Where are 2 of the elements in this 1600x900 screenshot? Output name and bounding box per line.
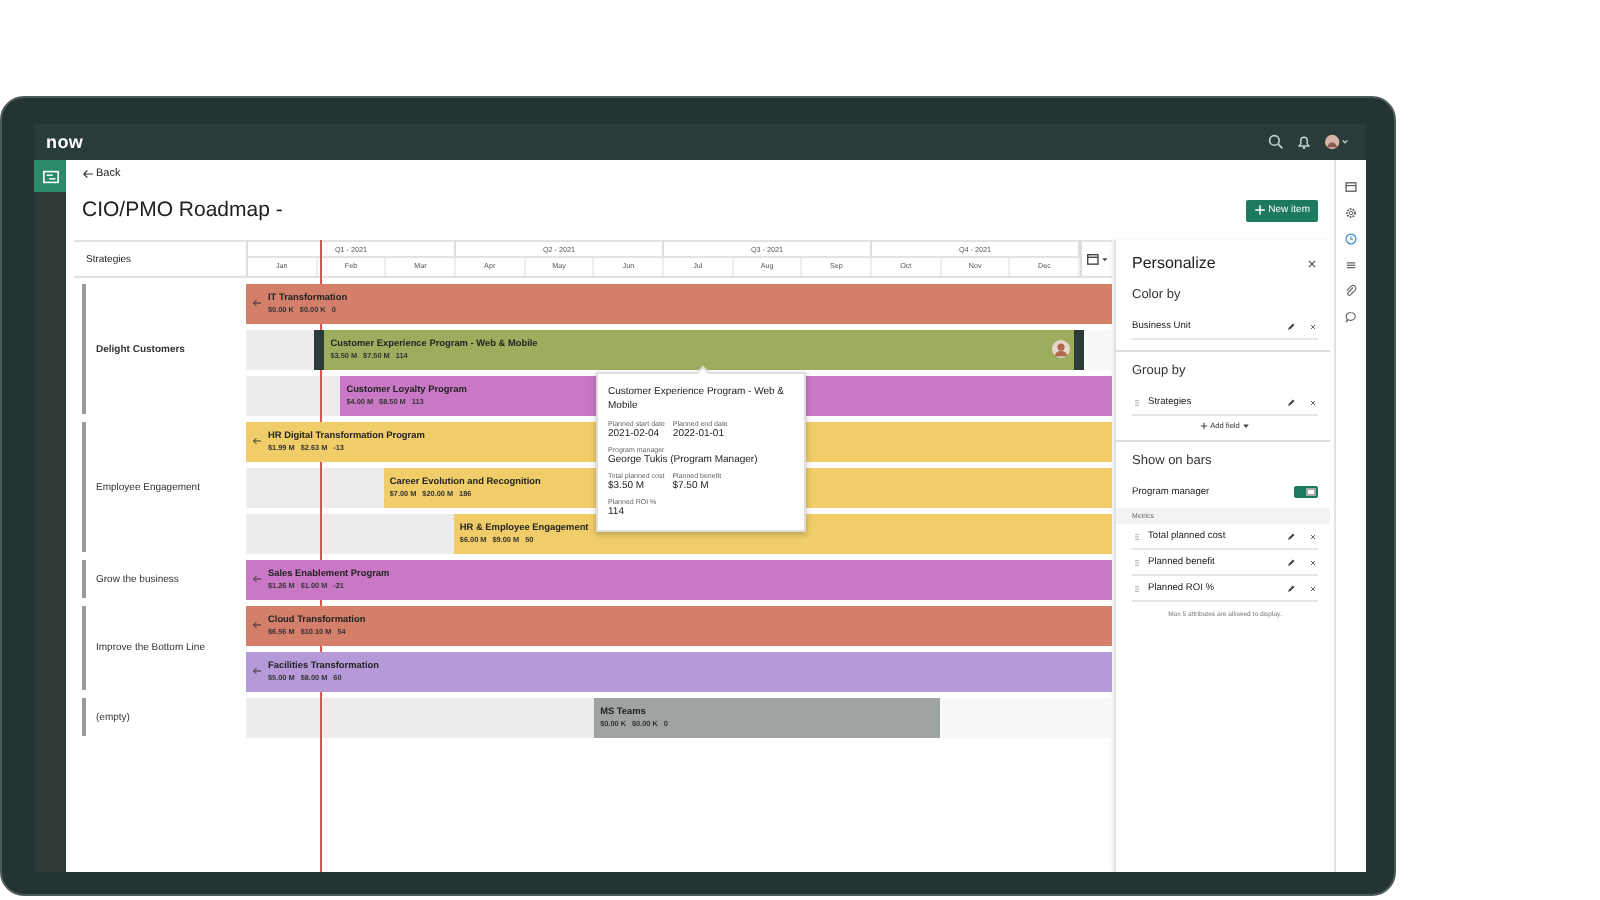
panel-title: Personalize [1132,254,1216,272]
page-title: CIO/PMO Roadmap - [82,198,283,222]
